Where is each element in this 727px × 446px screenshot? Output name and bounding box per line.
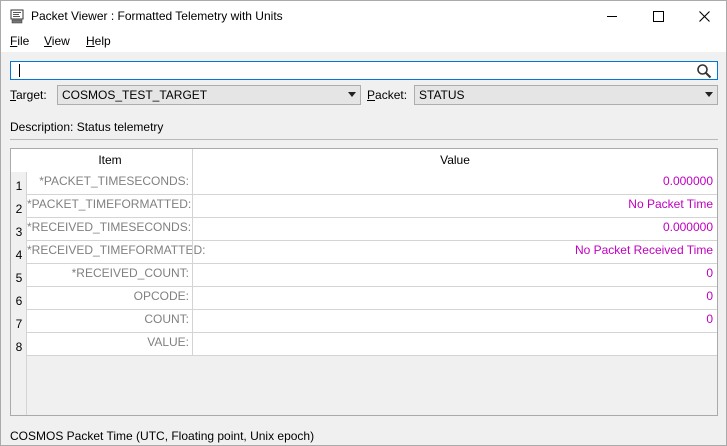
title-bar[interactable]: Packet Viewer : Formatted Telemetry with… bbox=[1, 1, 726, 32]
value-cell[interactable]: No Packet Time bbox=[193, 197, 713, 211]
table-row[interactable]: 6 OPCODE: 0 bbox=[11, 287, 717, 310]
item-cell[interactable]: VALUE: bbox=[27, 335, 189, 349]
item-cell[interactable]: *RECEIVED_TIMEFORMATTED: bbox=[27, 243, 205, 257]
chevron-down-icon bbox=[348, 92, 356, 97]
menu-view[interactable]: View bbox=[44, 34, 70, 48]
value-cell[interactable]: No Packet Received Time bbox=[193, 243, 713, 257]
packet-description: Description: Status telemetry bbox=[10, 120, 164, 134]
row-number: 5 bbox=[15, 271, 23, 285]
value-cell[interactable]: 0 bbox=[193, 266, 713, 280]
item-cell[interactable]: COUNT: bbox=[27, 312, 189, 326]
item-cell[interactable]: *PACKET_TIMESECONDS: bbox=[27, 174, 189, 188]
row-number: 7 bbox=[15, 317, 23, 331]
target-label: Target: bbox=[10, 88, 47, 102]
table-row[interactable]: 2 *PACKET_TIMEFORMATTED: No Packet Time bbox=[11, 195, 717, 218]
packet-label: Packet: bbox=[367, 88, 408, 102]
row-number: 8 bbox=[15, 340, 23, 354]
value-cell[interactable]: 0 bbox=[193, 312, 713, 326]
close-button[interactable] bbox=[681, 1, 727, 32]
row-number: 3 bbox=[15, 225, 23, 239]
divider bbox=[10, 139, 718, 140]
target-select-value: COSMOS_TEST_TARGET bbox=[62, 88, 208, 102]
table-row[interactable]: 5 *RECEIVED_COUNT: 0 bbox=[11, 264, 717, 287]
row-number: 1 bbox=[15, 179, 23, 193]
target-select[interactable]: COSMOS_TEST_TARGET bbox=[57, 85, 361, 105]
packet-viewer-window: Packet Viewer : Formatted Telemetry with… bbox=[0, 0, 727, 446]
item-cell[interactable]: *PACKET_TIMEFORMATTED: bbox=[27, 197, 191, 211]
item-cell[interactable]: OPCODE: bbox=[27, 289, 189, 303]
search-input[interactable] bbox=[10, 61, 718, 80]
text-caret bbox=[19, 64, 20, 77]
value-cell[interactable]: 0 bbox=[193, 289, 713, 303]
value-cell[interactable]: 0.000000 bbox=[193, 220, 713, 234]
item-cell[interactable]: *RECEIVED_TIMESECONDS: bbox=[27, 220, 191, 234]
monitor-icon bbox=[10, 9, 24, 24]
menu-help[interactable]: Help bbox=[86, 34, 111, 48]
maximize-button[interactable] bbox=[635, 1, 681, 32]
packet-select[interactable]: STATUS bbox=[414, 85, 718, 105]
close-icon bbox=[698, 11, 710, 22]
telemetry-table[interactable]: Item Value 1 *PACKET_TIMESECONDS: 0.000000… bbox=[10, 148, 718, 416]
column-header-item[interactable]: Item bbox=[27, 153, 193, 167]
row-number: 6 bbox=[15, 294, 23, 308]
table-header: Item Value bbox=[11, 149, 717, 172]
table-row[interactable]: 4 *RECEIVED_TIMEFORMATTED: No Packet Recei… bbox=[11, 241, 717, 264]
column-divider bbox=[192, 149, 193, 356]
table-row[interactable]: 3 *RECEIVED_TIMESECONDS: 0.000000 bbox=[11, 218, 717, 241]
column-header-value[interactable]: Value bbox=[193, 153, 717, 167]
table-row[interactable]: 7 COUNT: 0 bbox=[11, 310, 717, 333]
search-icon[interactable] bbox=[696, 63, 712, 79]
packet-select-value: STATUS bbox=[419, 88, 465, 102]
menu-bar: File View Help bbox=[1, 32, 726, 52]
menu-file[interactable]: File bbox=[10, 34, 29, 48]
item-cell[interactable]: *RECEIVED_COUNT: bbox=[27, 266, 189, 280]
chevron-down-icon bbox=[705, 92, 713, 97]
row-number: 4 bbox=[15, 248, 23, 262]
maximize-icon bbox=[652, 11, 664, 22]
table-row[interactable]: 8 VALUE: bbox=[11, 333, 717, 356]
row-number: 2 bbox=[15, 202, 23, 216]
minimize-button[interactable] bbox=[589, 1, 635, 32]
value-cell[interactable]: 0.000000 bbox=[193, 174, 713, 188]
window-title: Packet Viewer : Formatted Telemetry with… bbox=[31, 9, 283, 23]
status-bar: COSMOS Packet Time (UTC, Floating point,… bbox=[10, 429, 315, 443]
minimize-icon bbox=[606, 16, 617, 17]
table-row[interactable]: 1 *PACKET_TIMESECONDS: 0.000000 bbox=[11, 172, 717, 195]
